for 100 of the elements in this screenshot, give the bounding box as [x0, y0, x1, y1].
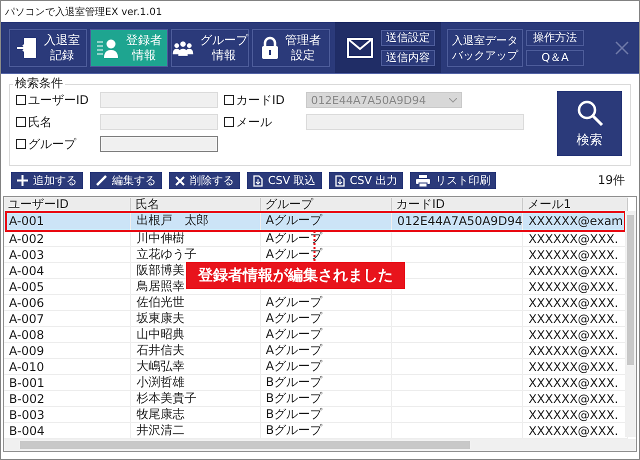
table-cell: A-010	[9, 360, 44, 374]
checkbox[interactable]	[16, 117, 26, 127]
table-cell: 小渕哲雄	[136, 375, 184, 390]
table-cell: 出根戸 太郎	[136, 212, 208, 229]
toolbar-button[interactable]: 追加する	[11, 172, 83, 189]
field-label: 氏名	[28, 114, 53, 130]
table-cell: 大嶋弘幸	[136, 359, 184, 374]
nav-small-button[interactable]: Q＆A	[526, 50, 584, 66]
table-row[interactable]: A-009 石井信夫 Aグループ XXXXXX@XXX.	[4, 343, 628, 359]
table-cell: XXXXXX@XXX.	[528, 328, 618, 342]
group-title: 検索条件	[13, 75, 65, 92]
toolbar-button[interactable]: リスト印刷	[410, 172, 496, 189]
nav-button[interactable]: 管理者 設定	[252, 28, 330, 66]
cross-icon	[175, 176, 185, 186]
nav-button[interactable]: グループ 情報	[171, 28, 249, 66]
lock-icon	[261, 36, 279, 60]
table-cell: Bグループ	[266, 375, 322, 390]
checkbox[interactable]	[224, 117, 234, 127]
table-cell: 立花ゆう子	[136, 247, 196, 262]
record-count: 19件	[598, 172, 625, 189]
table-cell: XXXXXX@XXX.	[528, 248, 618, 262]
printer-icon	[416, 174, 430, 186]
table-row[interactable]: B-003 牧尾康志 Bグループ XXXXXX@XXX.	[4, 407, 628, 423]
search-icon	[576, 98, 604, 126]
table-row[interactable]: A-010 大嶋弘幸 Aグループ XXXXXX@XXX.	[4, 359, 628, 375]
vertical-scrollbar[interactable]	[625, 211, 636, 437]
table-cell: B-003	[9, 408, 44, 422]
field-label: メール	[236, 114, 273, 130]
table-cell: 佐伯光世	[136, 295, 184, 310]
table-cell: Aグループ	[266, 359, 322, 374]
close-icon[interactable]	[615, 41, 629, 55]
table-cell: XXXXXX@XXX.	[528, 312, 618, 326]
checkbox[interactable]	[16, 139, 26, 149]
table-cell: A-004	[9, 264, 44, 278]
table-cell: 石井信夫	[136, 343, 184, 358]
nav-small-button[interactable]: 送信設定	[381, 30, 435, 46]
table-cell: XXXXXX@XXX.	[528, 232, 618, 246]
table-cell: Aグループ	[266, 231, 322, 246]
nav-small-button[interactable]: 操作方法	[526, 30, 584, 46]
table-cell: Aグループ	[266, 311, 322, 326]
toolbar-button[interactable]: 削除する	[169, 172, 240, 189]
table-cell: Aグループ	[266, 295, 322, 310]
table-cell: XXXXXX@XXX.	[528, 264, 618, 278]
table-cell: XXXXXX@XXX.	[528, 408, 618, 422]
table-row[interactable]: B-001 小渕哲雄 Bグループ XXXXXX@XXX.	[4, 375, 628, 391]
nav-button[interactable]: 入退室データ バックアップ	[447, 28, 523, 66]
table-row[interactable]: B-002 杉本美貴子 Bグループ XXXXXX@XXX.	[4, 391, 628, 407]
nav-button[interactable]: 入退室 記録	[9, 28, 87, 66]
table-cell: XXXXXX@XXX.	[528, 392, 618, 406]
table-cell: B-004	[9, 424, 44, 438]
table-row[interactable]: A-002 川中伸樹 Aグループ XXXXXX@XXX.	[4, 231, 628, 247]
table-cell: Aグループ	[266, 247, 322, 262]
notification-toast: 登録者情報が編集されました	[186, 262, 405, 289]
column-header[interactable]: ユーザーID	[4, 198, 132, 211]
table-row[interactable]: A-007 坂東康夫 Aグループ XXXXXX@XXX.	[4, 311, 628, 327]
table-cell: A-008	[9, 328, 44, 342]
checkbox[interactable]	[16, 95, 26, 105]
table-cell: Bグループ	[266, 391, 322, 406]
table-cell: 阪部博美	[136, 263, 184, 278]
table-cell: A-005	[9, 280, 44, 294]
nav-small-button[interactable]: 送信内容	[381, 50, 435, 66]
table-cell: Bグループ	[266, 407, 322, 422]
toolbar-button[interactable]: CSV 出力	[328, 172, 404, 189]
envelope-icon	[347, 38, 373, 58]
table-cell: 川中伸樹	[136, 231, 184, 246]
field-label: カードID	[236, 92, 286, 108]
toolbar-button[interactable]: 編集する	[90, 172, 162, 189]
table-cell: A-002	[9, 232, 44, 246]
table-row[interactable]: A-006 佐伯光世 Aグループ XXXXXX@XXX.	[4, 295, 628, 311]
table-cell: XXXXXX@XXX.	[528, 376, 618, 390]
plus-icon	[17, 175, 28, 186]
table-cell: Aグループ	[266, 212, 322, 229]
horizontal-scrollbar[interactable]	[4, 439, 636, 451]
table-cell: Aグループ	[266, 327, 322, 342]
table-cell: 山中昭典	[136, 327, 184, 342]
column-header[interactable]: 氏名	[131, 198, 261, 211]
table-cell: 坂東康夫	[136, 311, 184, 326]
search-button[interactable]: 検索	[557, 91, 622, 156]
table-cell: A-006	[9, 296, 44, 310]
table-cell: 牧尾康志	[136, 407, 184, 422]
table-cell: A-009	[9, 344, 44, 358]
window-title: パソコンで入退室管理EX ver.1.01	[5, 6, 162, 18]
table-cell: XXXXXX@XXX.	[528, 424, 618, 438]
table-cell: 012E44A7A50A9D94	[397, 214, 522, 228]
file-icon	[253, 174, 263, 186]
table-cell: A-001	[9, 214, 44, 228]
table-row[interactable]: A-008 山中昭典 Aグループ XXXXXX@XXX.	[4, 327, 628, 343]
toolbar-button[interactable]: CSV 取込	[247, 172, 322, 189]
table-cell: B-001	[9, 376, 44, 390]
table-cell: A-007	[9, 312, 44, 326]
table-cell: 杉本美貴子	[136, 391, 196, 406]
table-cell: 井沢清二	[136, 423, 184, 438]
input-field[interactable]	[100, 136, 218, 152]
column-header[interactable]: グループ	[260, 198, 392, 211]
table-cell: Aグループ	[266, 343, 322, 358]
column-header[interactable]: カードID	[392, 198, 524, 211]
door-icon	[16, 36, 38, 60]
table-cell: A-003	[9, 248, 44, 262]
table-cell: XXXXXX@XXX.	[528, 296, 618, 310]
table-cell: 鳥居照幸	[136, 279, 184, 294]
